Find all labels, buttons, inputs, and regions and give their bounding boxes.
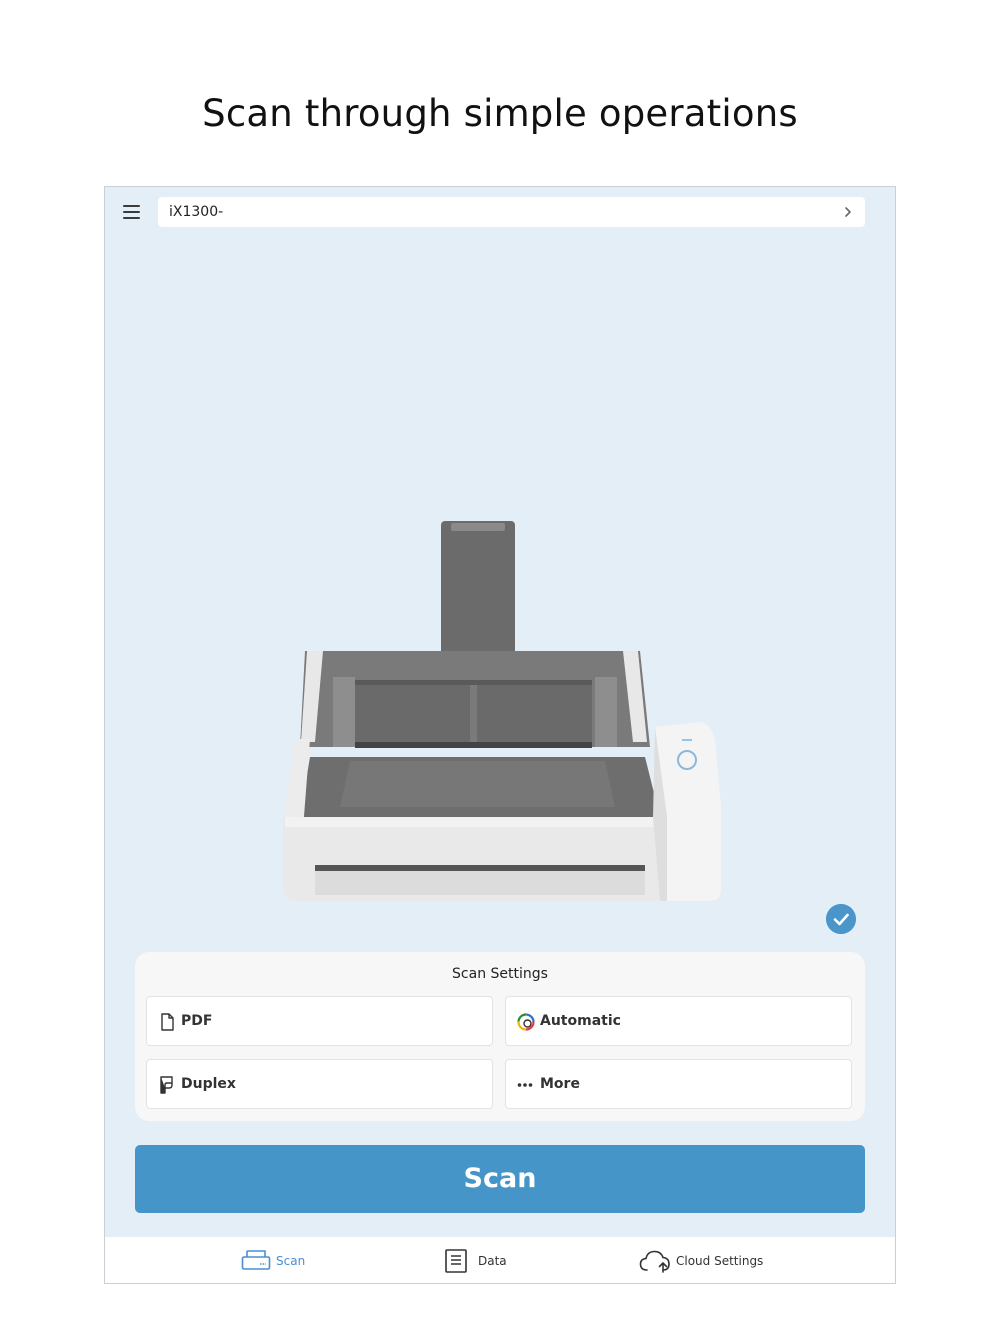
scanner-illustration — [283, 521, 721, 901]
file-format-label: PDF — [181, 1013, 213, 1029]
more-settings-label: More — [540, 1076, 580, 1092]
cloud-upload-icon — [639, 1250, 670, 1273]
more-dots-icon — [517, 1083, 533, 1087]
scan-side-label: Duplex — [181, 1076, 236, 1092]
page-headline: Scan through simple operations — [202, 92, 798, 135]
chevron-right-icon — [845, 207, 851, 217]
more-settings-option[interactable]: More — [505, 1059, 852, 1109]
tab-scan-label: Scan — [276, 1254, 306, 1268]
list-document-icon — [445, 1249, 467, 1273]
device-name: iX1300- — [169, 204, 224, 220]
color-mode-option[interactable]: Automatic — [505, 996, 852, 1046]
scan-settings-title: Scan Settings — [452, 966, 548, 982]
bottom-tab-bar: Scan Data Cloud Settings — [105, 1237, 895, 1283]
connected-check-icon — [826, 904, 856, 934]
duplex-icon — [160, 1076, 173, 1094]
tab-scan[interactable]: Scan — [241, 1237, 331, 1283]
hamburger-menu-icon[interactable] — [119, 199, 145, 225]
color-mode-icon — [517, 1013, 535, 1031]
device-selector[interactable]: iX1300- — [158, 197, 865, 227]
tab-cloud-settings[interactable]: Cloud Settings — [639, 1237, 779, 1283]
document-icon — [161, 1013, 174, 1031]
color-mode-label: Automatic — [540, 1013, 621, 1029]
tab-data-label: Data — [478, 1254, 507, 1268]
scan-settings-card: Scan Settings PDF Automatic Duplex More — [135, 952, 865, 1121]
scanner-icon — [241, 1250, 271, 1270]
scan-side-option[interactable]: Duplex — [146, 1059, 493, 1109]
scan-button[interactable]: Scan — [135, 1145, 865, 1213]
file-format-option[interactable]: PDF — [146, 996, 493, 1046]
tab-data[interactable]: Data — [444, 1237, 534, 1283]
tab-cloud-settings-label: Cloud Settings — [676, 1254, 764, 1268]
top-bar: iX1300- — [105, 187, 895, 237]
app-screen: iX1300- Scan Settings PDF Automatic Dupl… — [104, 186, 896, 1284]
